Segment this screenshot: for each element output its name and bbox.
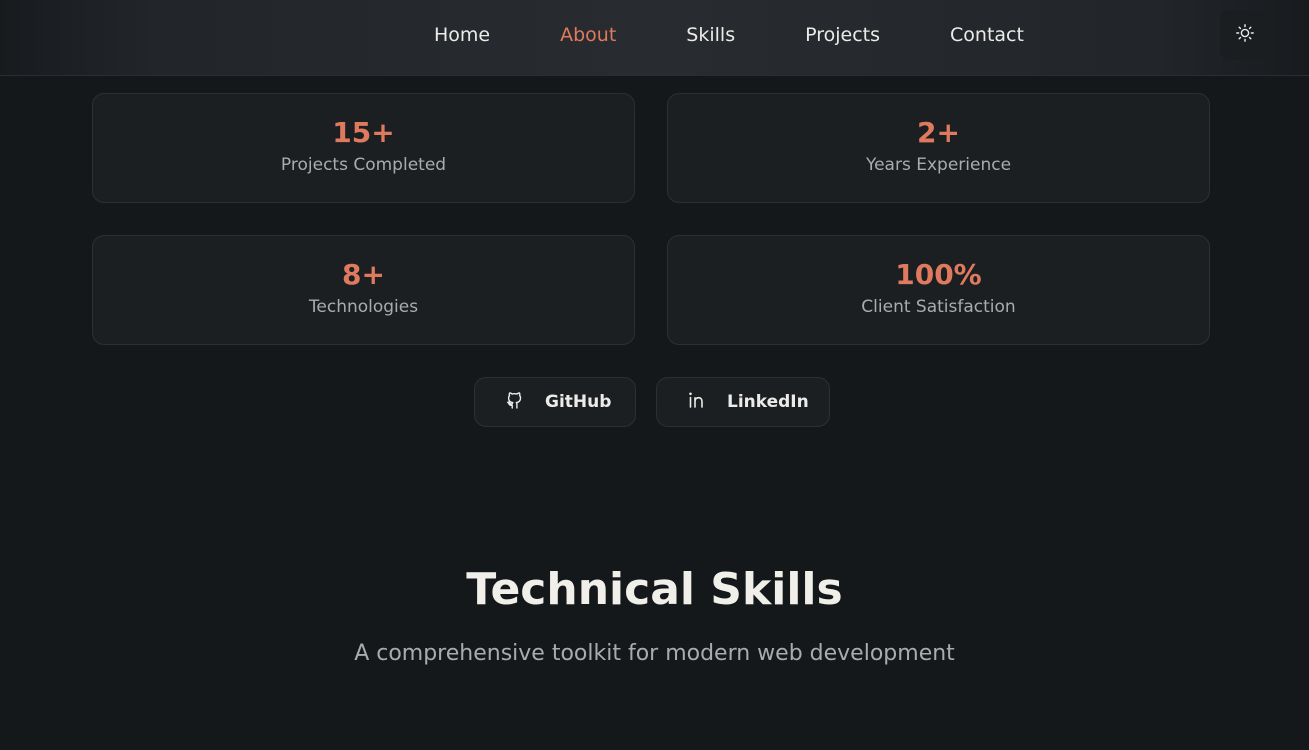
stat-value: 2+ bbox=[917, 116, 960, 149]
section-title: Technical Skills bbox=[466, 564, 843, 615]
navbar: Home About Skills Projects Contact bbox=[0, 0, 1309, 76]
linkedin-icon bbox=[687, 390, 707, 414]
nav-link-home[interactable]: Home bbox=[434, 24, 490, 46]
stat-value: 8+ bbox=[342, 258, 385, 291]
stat-value: 15+ bbox=[332, 116, 395, 149]
nav-link-projects[interactable]: Projects bbox=[805, 24, 880, 46]
stat-label: Technologies bbox=[308, 297, 419, 317]
stat-card-projects: 15+ Projects Completed bbox=[92, 93, 635, 203]
sun-icon bbox=[1235, 23, 1255, 47]
section-subtitle: A comprehensive toolkit for modern web d… bbox=[354, 641, 955, 666]
nav-links: Home About Skills Projects Contact bbox=[434, 0, 1024, 70]
nav-link-about[interactable]: About bbox=[560, 24, 616, 46]
stat-label: Client Satisfaction bbox=[861, 297, 1016, 317]
github-icon bbox=[505, 390, 525, 414]
linkedin-button[interactable]: LinkedIn bbox=[656, 377, 830, 427]
stat-card-technologies: 8+ Technologies bbox=[92, 235, 635, 345]
nav-link-contact[interactable]: Contact bbox=[950, 24, 1024, 46]
stat-card-experience: 2+ Years Experience bbox=[667, 93, 1210, 203]
stat-label: Projects Completed bbox=[280, 155, 447, 175]
github-button[interactable]: GitHub bbox=[474, 377, 636, 427]
stat-value: 100% bbox=[895, 258, 982, 291]
theme-toggle-button[interactable] bbox=[1220, 10, 1270, 60]
stat-label: Years Experience bbox=[865, 155, 1012, 175]
stat-card-satisfaction: 100% Client Satisfaction bbox=[667, 235, 1210, 345]
linkedin-label: LinkedIn bbox=[727, 392, 809, 412]
github-label: GitHub bbox=[545, 392, 612, 412]
nav-link-skills[interactable]: Skills bbox=[686, 24, 735, 46]
